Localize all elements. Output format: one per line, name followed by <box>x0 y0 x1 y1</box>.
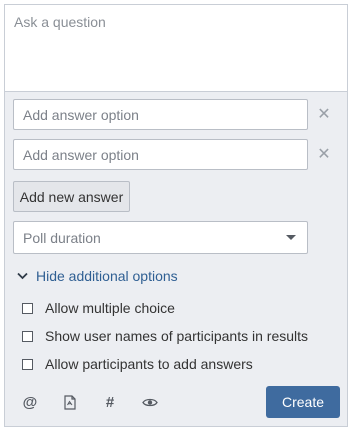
add-new-answer-label: Add new answer <box>19 188 124 205</box>
checkbox[interactable] <box>22 358 33 370</box>
checkbox[interactable] <box>22 330 33 342</box>
poll-duration-placeholder: Poll duration <box>23 229 101 246</box>
add-new-answer-button[interactable]: Add new answer <box>13 181 130 212</box>
chevron-down-icon <box>286 235 296 240</box>
answer-option-input-1[interactable]: Add answer option <box>13 99 308 130</box>
close-icon[interactable]: ✕ <box>316 147 332 163</box>
question-placeholder: Ask a question <box>14 14 106 30</box>
option-show-user-names[interactable]: Show user names of participants in resul… <box>22 328 308 344</box>
option-label: Show user names of participants in resul… <box>45 328 309 344</box>
close-icon[interactable]: ✕ <box>316 107 332 123</box>
option-label: Allow multiple choice <box>45 300 175 316</box>
option-allow-multiple-choice[interactable]: Allow multiple choice <box>22 300 175 316</box>
toggle-label: Hide additional options <box>36 268 178 284</box>
option-label: Allow participants to add answers <box>45 356 253 372</box>
poll-duration-select[interactable]: Poll duration <box>13 221 308 254</box>
option-allow-add-answers[interactable]: Allow participants to add answers <box>22 356 253 372</box>
create-button[interactable]: Create <box>266 386 340 418</box>
answer-option-placeholder: Add answer option <box>23 106 139 123</box>
question-input[interactable]: Ask a question <box>5 5 347 92</box>
checkbox[interactable] <box>22 302 33 314</box>
chevron-down-icon <box>17 272 28 280</box>
answer-option-placeholder: Add answer option <box>23 146 139 163</box>
hashtag-icon[interactable]: # <box>101 393 119 411</box>
answer-option-input-2[interactable]: Add answer option <box>13 139 308 170</box>
file-attachment-icon[interactable] <box>61 393 79 411</box>
preview-eye-icon[interactable] <box>141 393 159 411</box>
hide-additional-options-toggle[interactable]: Hide additional options <box>17 268 178 284</box>
at-mention-icon[interactable]: @ <box>21 393 39 411</box>
poll-composer: Ask a question Add answer option ✕ Add a… <box>4 4 348 427</box>
create-button-label: Create <box>281 394 325 410</box>
